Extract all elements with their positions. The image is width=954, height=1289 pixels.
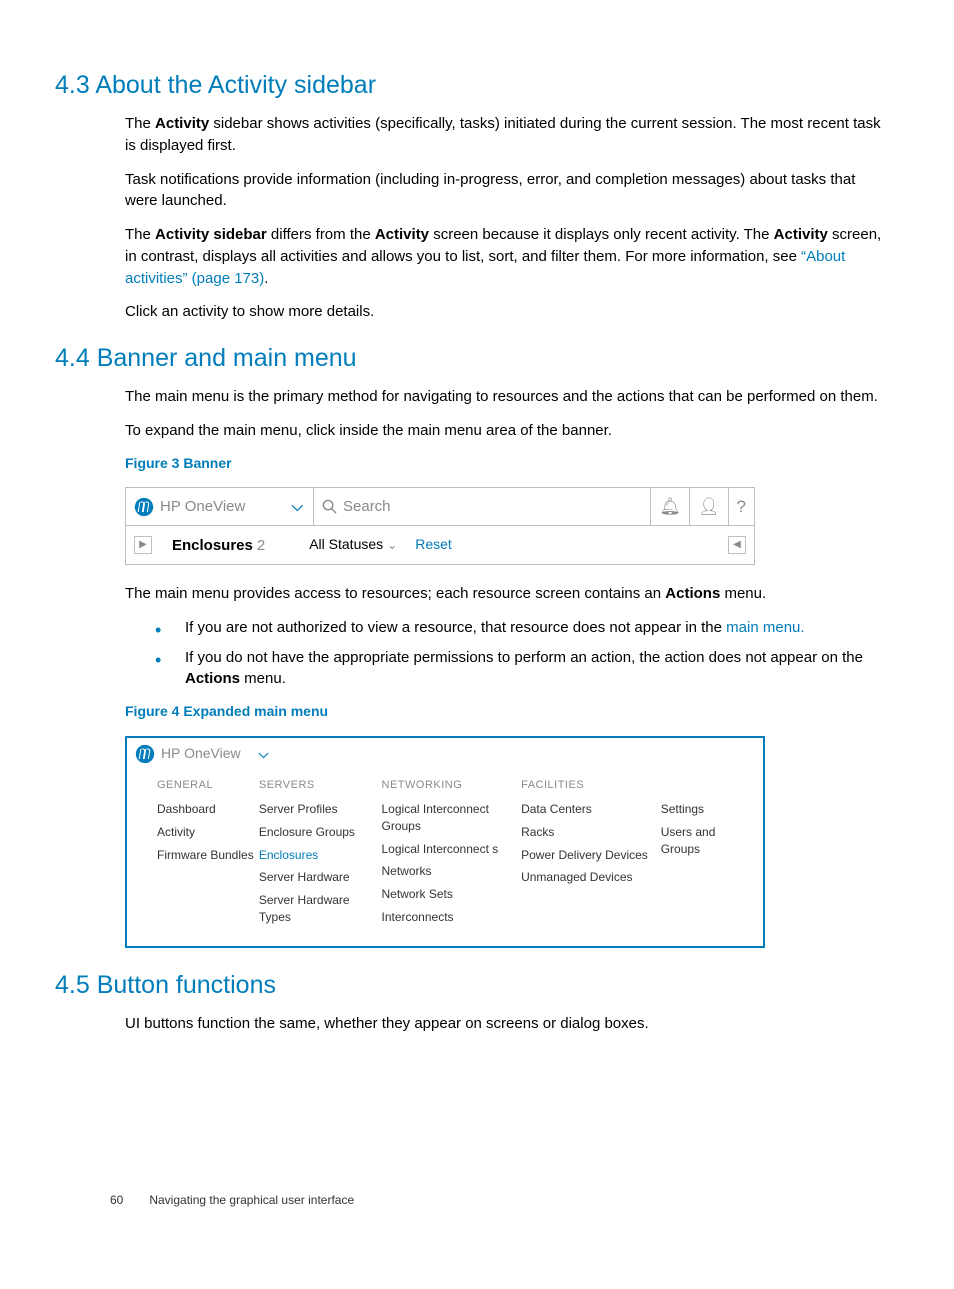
- notifications-button[interactable]: 🔔︎: [650, 488, 689, 525]
- heading-4-3: 4.3 About the Activity sidebar: [55, 68, 899, 103]
- paragraph: Task notifications provide information (…: [125, 169, 889, 213]
- menu-item-network-sets[interactable]: Network Sets: [382, 886, 522, 903]
- heading-4-4: 4.4 Banner and main menu: [55, 341, 899, 376]
- page-number: 60: [110, 1192, 146, 1209]
- menu-item-lig[interactable]: Logical Interconnect Groups: [382, 801, 522, 835]
- paragraph: To expand the main menu, click inside th…: [125, 420, 889, 442]
- menu-col-header: GENERAL: [157, 778, 259, 793]
- menu-item-racks[interactable]: Racks: [521, 824, 661, 841]
- paragraph: Click an activity to show more details.: [125, 301, 889, 323]
- session-button[interactable]: 👤︎: [689, 488, 728, 525]
- paragraph: The main menu provides access to resourc…: [125, 583, 889, 605]
- menu-item-interconnects[interactable]: Interconnects: [382, 909, 522, 926]
- bullet-item: If you are not authorized to view a reso…: [155, 617, 899, 639]
- menu-col-header: SERVERS: [259, 778, 382, 793]
- main-menu-trigger[interactable]: HP OneView ⌵: [126, 488, 314, 525]
- help-button[interactable]: ?: [728, 488, 754, 525]
- menu-item-firmware-bundles[interactable]: Firmware Bundles: [157, 847, 259, 864]
- page-footer: 60 Navigating the graphical user interfa…: [110, 1192, 354, 1209]
- main-menu-trigger[interactable]: HP OneView ⌵: [127, 738, 763, 768]
- chapter-title: Navigating the graphical user interface: [149, 1193, 354, 1207]
- link-main-menu[interactable]: main menu.: [726, 619, 804, 636]
- paragraph: The Activity sidebar shows activities (s…: [125, 113, 889, 157]
- paragraph: UI buttons function the same, whether th…: [125, 1013, 889, 1035]
- menu-col-header: NETWORKING: [382, 778, 522, 793]
- heading-4-5: 4.5 Button functions: [55, 968, 899, 1003]
- paragraph: The main menu is the primary method for …: [125, 386, 889, 408]
- menu-item-enclosure-groups[interactable]: Enclosure Groups: [259, 824, 382, 841]
- figure-3-banner: HP OneView ⌵ Search 🔔︎ 👤︎ ? ▶ Enclosures…: [125, 487, 755, 565]
- product-label: HP OneView: [161, 744, 241, 764]
- search-placeholder: Search: [343, 496, 391, 517]
- menu-item-server-profiles[interactable]: Server Profiles: [259, 801, 382, 818]
- menu-item-networks[interactable]: Networks: [382, 863, 522, 880]
- figure-4-caption: Figure 4 Expanded main menu: [125, 702, 899, 722]
- bell-icon: 🔔︎: [659, 495, 681, 519]
- hp-logo-icon: [134, 497, 154, 517]
- menu-item-pdd[interactable]: Power Delivery Devices: [521, 847, 661, 864]
- menu-col-header: [661, 778, 755, 793]
- hp-logo-icon: [135, 744, 155, 764]
- user-icon: 👤︎: [698, 495, 720, 519]
- reset-link[interactable]: Reset: [415, 535, 452, 555]
- menu-item-unmanaged[interactable]: Unmanaged Devices: [521, 869, 661, 886]
- paragraph: The Activity sidebar differs from the Ac…: [125, 224, 889, 289]
- collapse-flyout-button[interactable]: ◀: [728, 536, 746, 554]
- menu-col-header: FACILITIES: [521, 778, 661, 793]
- menu-item-activity[interactable]: Activity: [157, 824, 259, 841]
- figure-4-expanded-menu: HP OneView ⌵ GENERAL Dashboard Activity …: [125, 736, 765, 948]
- bullet-item: If you do not have the appropriate permi…: [155, 647, 899, 691]
- product-label: HP OneView: [160, 496, 245, 517]
- chevron-down-icon: ⌵: [292, 496, 303, 517]
- resource-count: 2: [257, 535, 265, 556]
- search-input[interactable]: Search: [314, 488, 650, 525]
- chevron-down-icon: ⌄: [387, 537, 397, 554]
- chevron-down-icon: ⌵: [259, 745, 269, 763]
- menu-item-dashboard[interactable]: Dashboard: [157, 801, 259, 818]
- menu-item-data-centers[interactable]: Data Centers: [521, 801, 661, 818]
- figure-3-caption: Figure 3 Banner: [125, 454, 899, 474]
- menu-item-server-hardware-types[interactable]: Server Hardware Types: [259, 892, 382, 926]
- search-icon: [322, 499, 337, 514]
- menu-item-settings[interactable]: Settings: [661, 801, 755, 818]
- menu-item-users-groups[interactable]: Users and Groups: [661, 824, 755, 858]
- resource-label: Enclosures: [172, 535, 253, 556]
- status-filter[interactable]: All Statuses: [309, 535, 383, 555]
- menu-item-enclosures[interactable]: Enclosures: [259, 847, 382, 864]
- expand-flyout-button[interactable]: ▶: [134, 536, 152, 554]
- menu-item-li[interactable]: Logical Interconnect s: [382, 841, 522, 858]
- menu-item-server-hardware[interactable]: Server Hardware: [259, 869, 382, 886]
- help-icon: ?: [737, 495, 746, 519]
